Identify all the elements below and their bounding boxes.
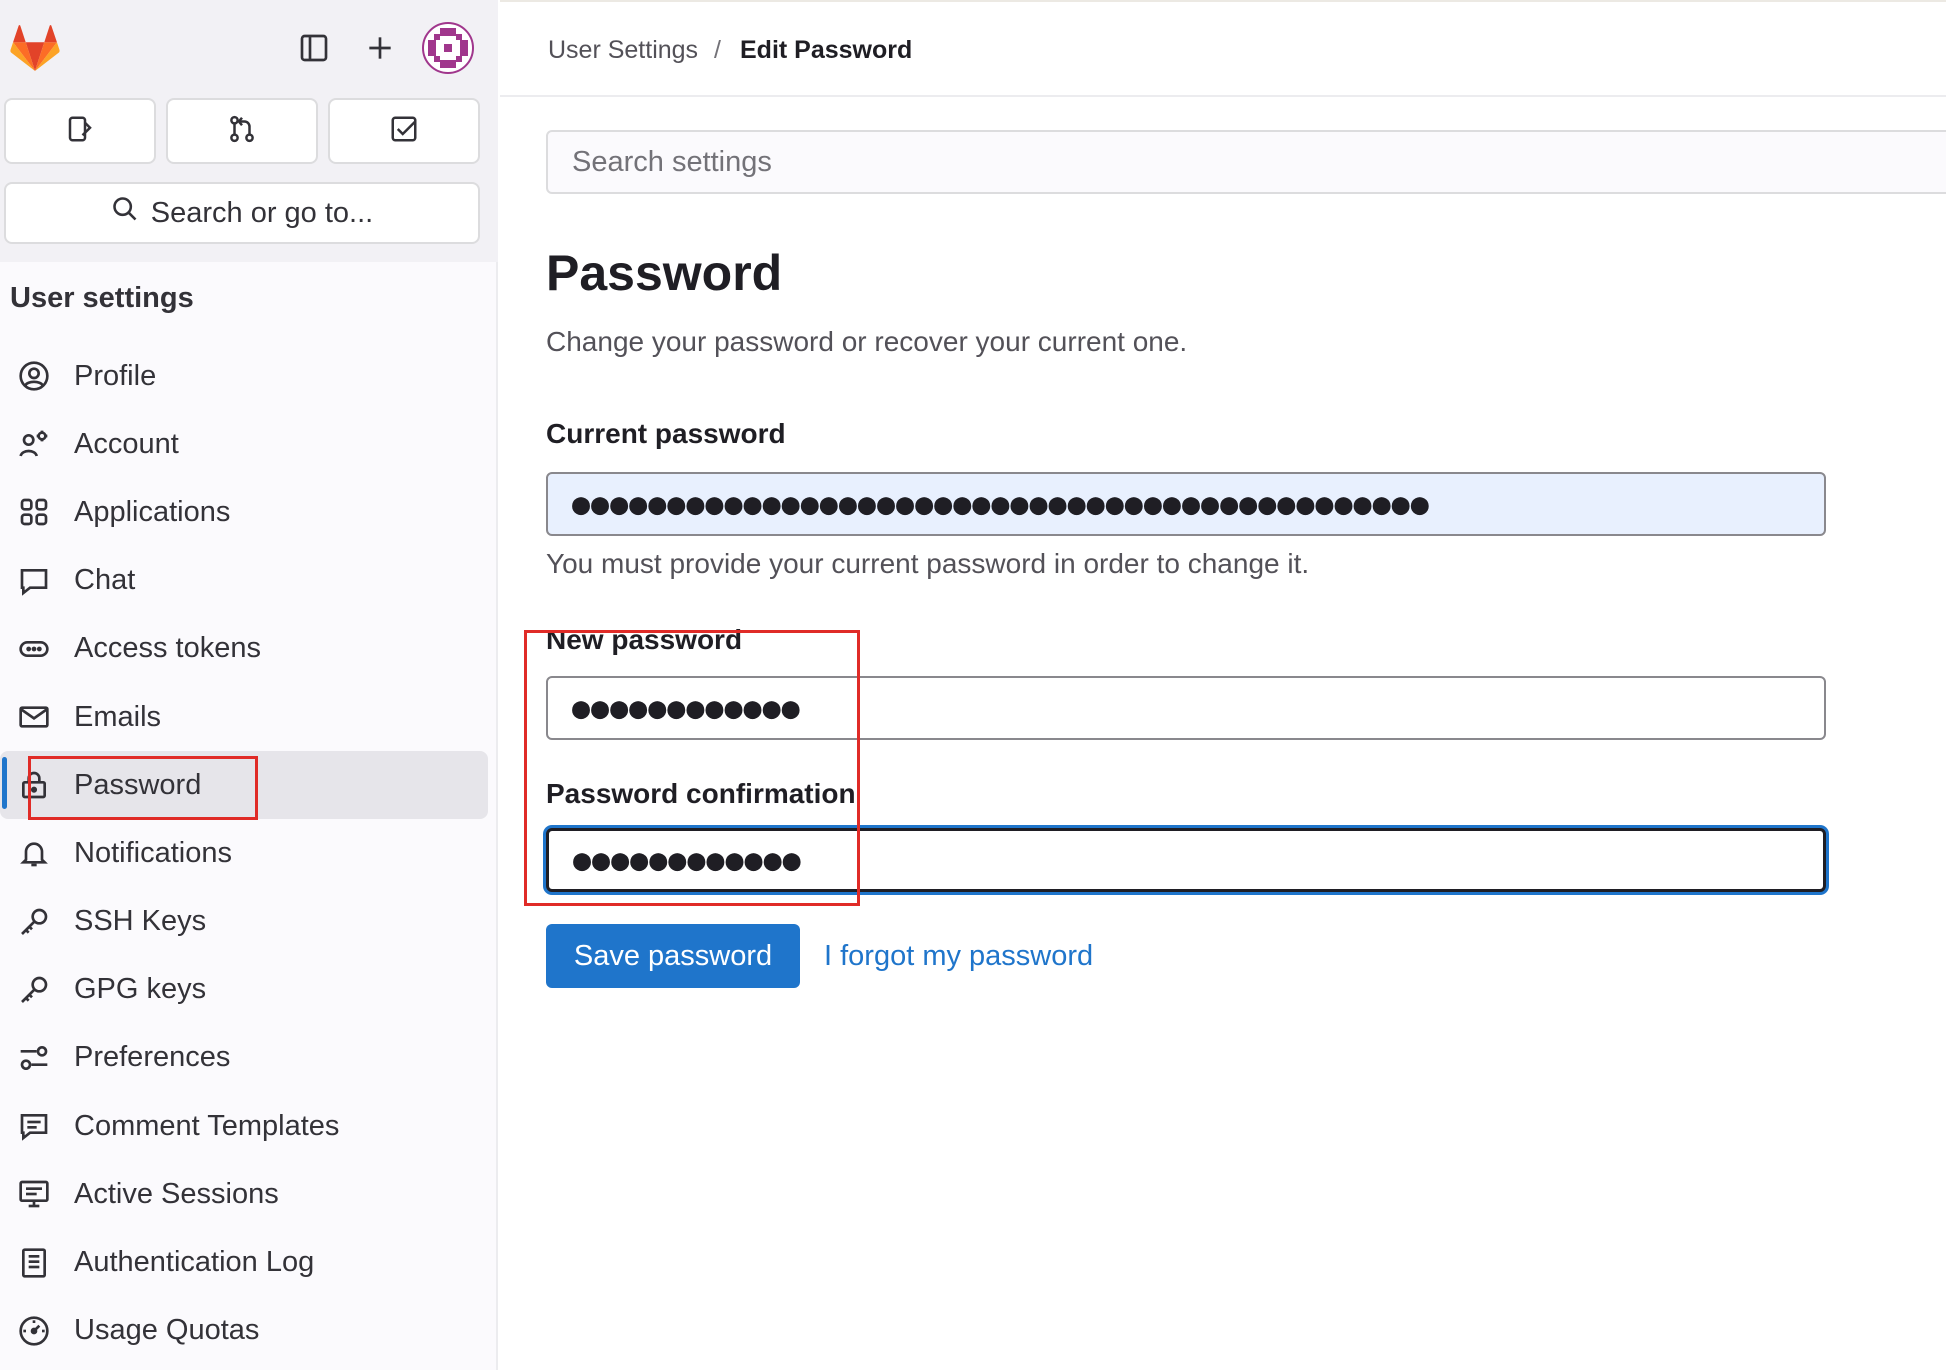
sidebar-item-authentication-log[interactable]: Authentication Log: [0, 1228, 498, 1296]
sidebar-item-active-sessions[interactable]: Active Sessions: [0, 1160, 498, 1228]
sidebar-item-notifications[interactable]: Notifications: [0, 819, 498, 887]
sidebar-item-label: Preferences: [74, 1041, 231, 1074]
log-icon: [16, 1245, 52, 1281]
sidebar-item-gpg-keys[interactable]: GPG keys: [0, 956, 498, 1024]
search-icon: [111, 195, 139, 231]
sidebar-item-label: Emails: [74, 700, 162, 733]
sidebar-item-comment-templates[interactable]: Comment Templates: [0, 1092, 498, 1160]
sidebar-item-applications[interactable]: Applications: [0, 478, 498, 546]
current-password-field[interactable]: [546, 472, 1826, 536]
key-icon: [16, 904, 52, 940]
mail-icon: [16, 699, 52, 735]
profile-icon: [16, 358, 52, 394]
sidebar-item-ssh-keys[interactable]: SSH Keys: [0, 888, 498, 956]
breadcrumb-user-settings[interactable]: User Settings: [548, 36, 698, 65]
breadcrumb-edit-password[interactable]: Edit Password: [740, 36, 912, 65]
sidebar-item-label: Access tokens: [74, 632, 261, 665]
forgot-password-link[interactable]: I forgot my password: [824, 940, 1093, 973]
issues-icon: [65, 114, 95, 149]
plus-icon[interactable]: [356, 24, 404, 72]
current-password-label: Current password: [546, 418, 786, 449]
key-icon: [16, 972, 52, 1008]
sidebar-item-label: Account: [74, 427, 179, 460]
search-or-go-to-button[interactable]: Search or go to...: [4, 182, 480, 244]
issues-button[interactable]: [4, 98, 156, 164]
sidebar-nav: Profile Account Applications Chat Access…: [0, 342, 498, 1365]
chat-icon: [16, 563, 52, 599]
sidebar-header: Search or go to...: [0, 0, 498, 262]
sidebar-item-label: Usage Quotas: [74, 1314, 260, 1347]
merge-request-icon: [227, 114, 257, 149]
bell-icon: [16, 835, 52, 871]
sidebar-item-label: Comment Templates: [74, 1109, 340, 1142]
sidebar-item-label: Chat: [74, 564, 136, 597]
sidebar-item-emails[interactable]: Emails: [0, 683, 498, 751]
search-settings-input[interactable]: [546, 130, 1946, 194]
page-title: Password: [546, 245, 783, 301]
account-icon: [16, 426, 52, 462]
monitor-icon: [16, 1176, 52, 1212]
preferences-icon: [16, 1040, 52, 1076]
sidebar-item-access-tokens[interactable]: Access tokens: [0, 615, 498, 683]
sidebar-item-label: GPG keys: [74, 973, 207, 1006]
sidebar-item-label: Applications: [74, 495, 231, 528]
breadcrumb-separator: /: [714, 36, 721, 64]
sidebar-title: User settings: [10, 282, 194, 314]
breadcrumb: User Settings / Edit Password: [500, 0, 1946, 97]
page-description: Change your password or recover your cur…: [546, 326, 1188, 357]
current-password-help: You must provide your current password i…: [546, 548, 1310, 579]
sidebar-item-label: Active Sessions: [74, 1177, 279, 1210]
token-icon: [16, 631, 52, 667]
merge-requests-button[interactable]: [166, 98, 318, 164]
sidebar: Search or go to... User settings Profile…: [0, 0, 498, 1370]
avatar[interactable]: [422, 22, 474, 74]
sidebar-toggle-icon[interactable]: [290, 24, 338, 72]
gitlab-logo-icon[interactable]: [8, 22, 62, 76]
sidebar-item-preferences[interactable]: Preferences: [0, 1024, 498, 1092]
quota-icon: [16, 1313, 52, 1349]
sidebar-item-account[interactable]: Account: [0, 410, 498, 478]
sidebar-item-label: Authentication Log: [74, 1246, 315, 1279]
sidebar-item-profile[interactable]: Profile: [0, 342, 498, 410]
todo-button[interactable]: [328, 98, 480, 164]
todo-icon: [389, 114, 419, 149]
sidebar-item-label: Profile: [74, 359, 157, 392]
sidebar-item-label: SSH Keys: [74, 905, 207, 938]
new-password-fields-highlight: [524, 630, 860, 906]
applications-icon: [16, 494, 52, 530]
sidebar-item-usage-quotas[interactable]: Usage Quotas: [0, 1297, 498, 1365]
search-or-go-to-label: Search or go to...: [150, 196, 374, 229]
comment-icon: [16, 1108, 52, 1144]
sidebar-item-label: Notifications: [74, 836, 232, 869]
save-password-button[interactable]: Save password: [546, 924, 800, 988]
sidebar-item-chat[interactable]: Chat: [0, 547, 498, 615]
password-nav-highlight: [28, 756, 258, 820]
